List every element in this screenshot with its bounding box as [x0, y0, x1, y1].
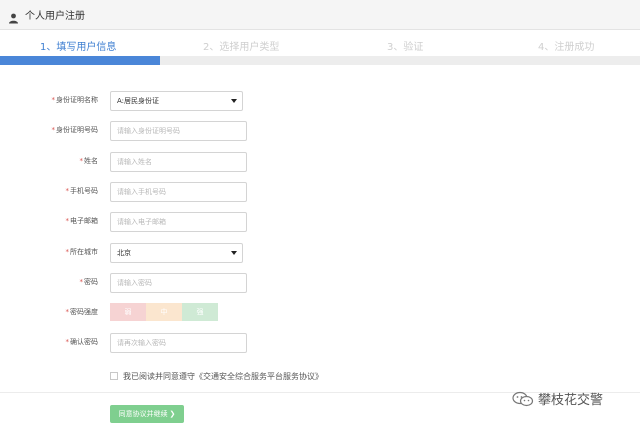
required-mark: *: [65, 308, 70, 316]
agreement-text[interactable]: 我已阅读并同意遵守《交通安全综合服务平台服务协议》: [123, 371, 323, 382]
watermark-text: 攀枝花交警: [538, 393, 604, 408]
page-header: 个人用户注册: [0, 0, 640, 30]
id-type-value: A:居民身份证: [117, 97, 160, 105]
city-select[interactable]: 北京: [110, 243, 243, 263]
required-mark: *: [65, 338, 70, 346]
strength-weak: 弱: [110, 303, 146, 321]
row-phone: *手机号码 请输入手机号码: [0, 182, 640, 202]
strength-medium: 中: [146, 303, 182, 321]
phone-input[interactable]: 请输入手机号码: [110, 182, 247, 202]
wechat-icon: [512, 391, 534, 407]
required-mark: *: [79, 157, 84, 165]
step-3: 3、验证: [387, 42, 424, 53]
id-type-label: *身份证明名称: [51, 96, 99, 104]
required-mark: *: [65, 187, 70, 195]
row-name: *姓名 请输入姓名: [0, 152, 640, 172]
required-mark: *: [79, 278, 84, 286]
row-password: *密码 请输入密码: [0, 273, 640, 293]
strength-strong: 强: [182, 303, 218, 321]
strength-label: *密码强度: [65, 308, 99, 316]
required-mark: *: [65, 217, 70, 225]
step-indicator: 1、填写用户信息 2、选择用户类型 3、验证 4、注册成功: [0, 38, 640, 53]
required-mark: *: [51, 126, 56, 134]
row-strength: *密码强度 弱 中 强: [0, 303, 640, 323]
step-4: 4、注册成功: [538, 42, 595, 53]
row-id-type: *身份证明名称 A:居民身份证: [0, 91, 640, 111]
id-number-input[interactable]: 请输入身份证明号码: [110, 121, 247, 141]
step-1: 1、填写用户信息: [40, 42, 117, 53]
password-strength-meter: 弱 中 强: [110, 303, 218, 321]
name-label: *姓名: [79, 157, 99, 165]
id-number-label: *身份证明号码: [51, 126, 99, 134]
row-id-number: *身份证明号码 请输入身份证明号码: [0, 121, 640, 141]
row-email: *电子邮箱 请输入电子邮箱: [0, 212, 640, 232]
page-title: 个人用户注册: [25, 11, 85, 22]
required-mark: *: [51, 96, 56, 104]
password-input[interactable]: 请输入密码: [110, 273, 247, 293]
progress-bar: [0, 56, 640, 65]
row-city: *所在城市 北京: [0, 243, 640, 263]
agree-continue-button[interactable]: 同意协议并继续 ❯: [110, 405, 184, 423]
agreement: 我已阅读并同意遵守《交通安全综合服务平台服务协议》: [110, 370, 323, 382]
caret-down-icon: [231, 251, 237, 255]
required-mark: *: [65, 248, 70, 256]
step-2: 2、选择用户类型: [203, 42, 280, 53]
city-label: *所在城市: [65, 248, 99, 256]
email-input[interactable]: 请输入电子邮箱: [110, 212, 247, 232]
email-label: *电子邮箱: [65, 217, 99, 225]
confirm-password-label: *确认密码: [65, 338, 99, 346]
name-input[interactable]: 请输入姓名: [110, 152, 247, 172]
phone-label: *手机号码: [65, 187, 99, 195]
confirm-password-input[interactable]: 请再次输入密码: [110, 333, 247, 353]
progress-fill: [0, 56, 160, 65]
city-value: 北京: [117, 249, 131, 257]
watermark: 攀枝花交警: [512, 389, 603, 408]
agreement-checkbox[interactable]: [110, 372, 118, 380]
user-icon: [8, 9, 19, 24]
row-confirm-password: *确认密码 请再次输入密码: [0, 333, 640, 353]
id-type-select[interactable]: A:居民身份证: [110, 91, 243, 111]
password-label: *密码: [79, 278, 99, 286]
caret-down-icon: [231, 99, 237, 103]
